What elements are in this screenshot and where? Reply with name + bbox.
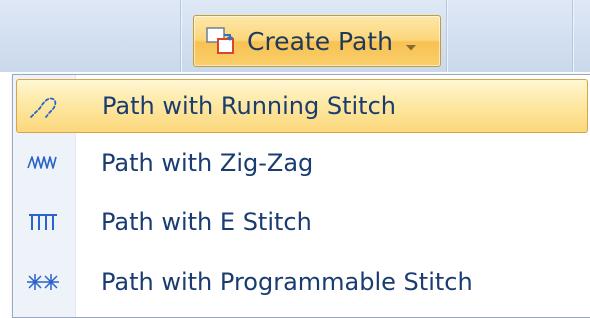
create-path-dropdown-menu: Path with Running Stitch Path with Zig-Z… (12, 74, 590, 318)
e-stitch-icon (26, 205, 60, 239)
programmable-stitch-icon (26, 265, 60, 299)
create-path-label: Create Path (247, 26, 393, 56)
ribbon-bar: Create Path (0, 0, 590, 72)
menu-item-label: Path with Zig-Zag (101, 149, 314, 177)
menu-item-path-zigzag[interactable]: Path with Zig-Zag (16, 136, 588, 190)
menu-item-path-e-stitch[interactable]: Path with E Stitch (16, 195, 588, 249)
ribbon-group-separator (572, 0, 573, 72)
running-stitch-icon (27, 89, 61, 123)
menu-item-label: Path with E Stitch (101, 208, 312, 236)
ribbon-group-separator (180, 0, 181, 72)
menu-item-label: Path with Running Stitch (102, 92, 396, 120)
menu-item-label: Path with Programmable Stitch (101, 268, 473, 296)
zigzag-stitch-icon (26, 146, 60, 180)
create-path-button[interactable]: Create Path (193, 15, 441, 67)
ribbon-group-separator (446, 0, 447, 72)
menu-item-path-running-stitch[interactable]: Path with Running Stitch (16, 79, 588, 133)
create-path-icon (205, 25, 237, 57)
chevron-down-icon (405, 37, 417, 51)
menu-item-path-programmable-stitch[interactable]: Path with Programmable Stitch (16, 255, 588, 309)
